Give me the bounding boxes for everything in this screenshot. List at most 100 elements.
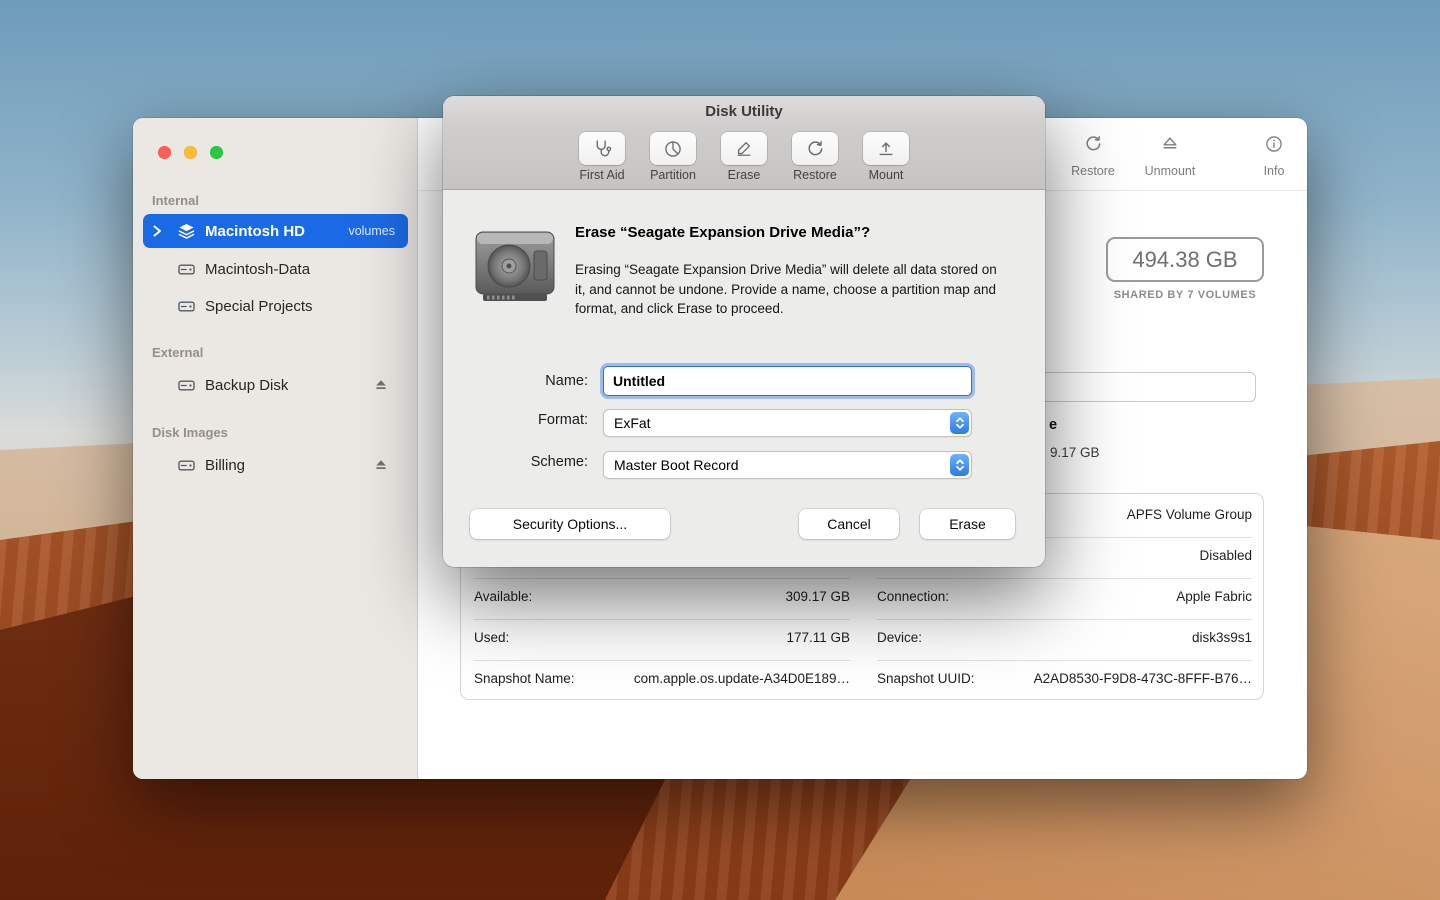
detail-value: Apple Fabric [1176, 589, 1252, 609]
detail-label: Device: [877, 630, 922, 650]
divider [877, 578, 1252, 579]
dialog-titlebar[interactable]: Disk Utility [443, 96, 1045, 126]
hard-drive-icon [473, 224, 557, 309]
divider [474, 578, 850, 579]
toolbar-button-label: Unmount [1135, 164, 1205, 178]
sidebar-item-label: Billing [205, 457, 245, 474]
sidebar: Internal Macintosh HD volumes [133, 118, 418, 779]
format-selected-value: ExFat [614, 415, 651, 431]
divider [474, 619, 850, 620]
detail-value: APFS Volume Group [1127, 507, 1252, 527]
dialog-heading: Erase “Seagate Expansion Drive Media”? [575, 224, 1015, 241]
detail-value: 309.17 GB [785, 589, 850, 609]
divider [877, 619, 1252, 620]
scheme-selected-value: Master Boot Record [614, 457, 739, 473]
eject-button[interactable] [374, 378, 388, 392]
detail-row-available: Available: 309.17 GB [474, 589, 850, 609]
restore-toolbar-button[interactable]: Restore [1058, 134, 1128, 178]
cutoff-text: e [1049, 417, 1057, 433]
detail-row-device: Device: disk3s9s1 [877, 630, 1252, 650]
detail-label: Used: [474, 630, 509, 650]
detail-row-snapshot-uuid: Snapshot UUID: A2AD8530-F9D8-473C-8FFF-B… [877, 671, 1252, 691]
toolbar-button-label: Info [1239, 164, 1309, 178]
format-field-label: Format: [463, 412, 588, 428]
detail-label: Snapshot Name: [474, 671, 575, 691]
drive-icon [176, 456, 196, 475]
sidebar-item-macintosh-data[interactable]: Macintosh-Data [143, 252, 408, 286]
mount-button[interactable]: Mount [863, 132, 909, 189]
unmount-icon [1160, 134, 1180, 154]
toolbar-button-label: Partition [650, 168, 696, 182]
sidebar-item-backup-disk[interactable]: Backup Disk [143, 368, 408, 402]
volume-stack-icon [176, 222, 196, 241]
first-aid-icon [579, 132, 625, 165]
drive-icon [176, 376, 196, 395]
detail-row-used: Used: 177.11 GB [474, 630, 850, 650]
name-field-label: Name: [463, 373, 588, 389]
stepper-icon [950, 454, 969, 476]
volumes-badge: volumes [348, 224, 395, 238]
restore-icon [1083, 134, 1103, 154]
sidebar-item-label: Backup Disk [205, 377, 288, 394]
erase-dialog: Disk Utility First Aid Partition [443, 96, 1045, 567]
desktop: Internal Macintosh HD volumes [0, 0, 1440, 900]
sidebar-item-label: Special Projects [205, 298, 313, 315]
sidebar-section-external: External [152, 345, 203, 360]
dialog-toolbar: First Aid Partition Erase [443, 126, 1045, 190]
sidebar-section-internal: Internal [152, 193, 199, 208]
security-options-button[interactable]: Security Options... [470, 509, 670, 539]
format-select[interactable]: ExFat [603, 409, 972, 437]
partition-button[interactable]: Partition [650, 132, 696, 189]
detail-value: disk3s9s1 [1192, 630, 1252, 650]
cancel-button[interactable]: Cancel [799, 509, 899, 539]
detail-label: Snapshot UUID: [877, 671, 975, 691]
partial-text-field[interactable] [1040, 372, 1256, 402]
erase-toolbar-button[interactable]: Erase [721, 132, 767, 189]
capacity-value: 494.38 GB [1132, 247, 1237, 273]
disclosure-chevron-icon[interactable] [152, 225, 162, 237]
toolbar-button-label: Restore [793, 168, 837, 182]
window-controls [158, 146, 223, 159]
divider [474, 660, 850, 661]
divider [877, 660, 1252, 661]
info-icon [1264, 134, 1284, 154]
capacity-box: 494.38 GB [1106, 237, 1264, 282]
sidebar-item-label: Macintosh-Data [205, 261, 310, 278]
restore-icon [792, 132, 838, 165]
dialog-body: Erase “Seagate Expansion Drive Media”? E… [443, 190, 1045, 567]
detail-row-connection: Connection: Apple Fabric [877, 589, 1252, 609]
toolbar-button-label: First Aid [579, 168, 624, 182]
info-toolbar-button[interactable]: Info [1239, 134, 1309, 178]
scheme-select[interactable]: Master Boot Record [603, 451, 972, 479]
sidebar-item-billing[interactable]: Billing [143, 448, 408, 482]
mount-icon [863, 132, 909, 165]
toolbar-button-label: Mount [869, 168, 904, 182]
name-input[interactable] [603, 366, 972, 396]
capacity-caption: SHARED BY 7 VOLUMES [1106, 289, 1264, 301]
detail-row-snapshot-name: Snapshot Name: com.apple.os.update-A34D0… [474, 671, 850, 691]
toolbar-button-label: Erase [728, 168, 761, 182]
minimize-button[interactable] [184, 146, 197, 159]
detail-value: com.apple.os.update-A34D0E189… [634, 671, 850, 691]
detail-label: Connection: [877, 589, 949, 609]
dialog-title: Disk Utility [705, 103, 783, 120]
detail-value: Disabled [1199, 548, 1252, 568]
erase-button[interactable]: Erase [920, 509, 1015, 539]
scheme-field-label: Scheme: [463, 454, 588, 470]
partition-icon [650, 132, 696, 165]
zoom-button[interactable] [210, 146, 223, 159]
stepper-icon [950, 412, 969, 434]
eject-button[interactable] [374, 458, 388, 472]
sidebar-item-macintosh-hd[interactable]: Macintosh HD volumes [143, 214, 408, 248]
drive-icon [176, 297, 196, 316]
detail-value: 177.11 GB [786, 630, 850, 650]
restore-dialog-button[interactable]: Restore [792, 132, 838, 189]
erase-icon [721, 132, 767, 165]
detail-value: A2AD8530-F9D8-473C-8FFF-B76… [1034, 671, 1252, 691]
sidebar-item-special-projects[interactable]: Special Projects [143, 289, 408, 323]
first-aid-button[interactable]: First Aid [579, 132, 625, 189]
sidebar-item-label: Macintosh HD [205, 223, 305, 240]
unmount-toolbar-button[interactable]: Unmount [1135, 134, 1205, 178]
close-button[interactable] [158, 146, 171, 159]
dialog-description: Erasing “Seagate Expansion Drive Media” … [575, 260, 1005, 319]
